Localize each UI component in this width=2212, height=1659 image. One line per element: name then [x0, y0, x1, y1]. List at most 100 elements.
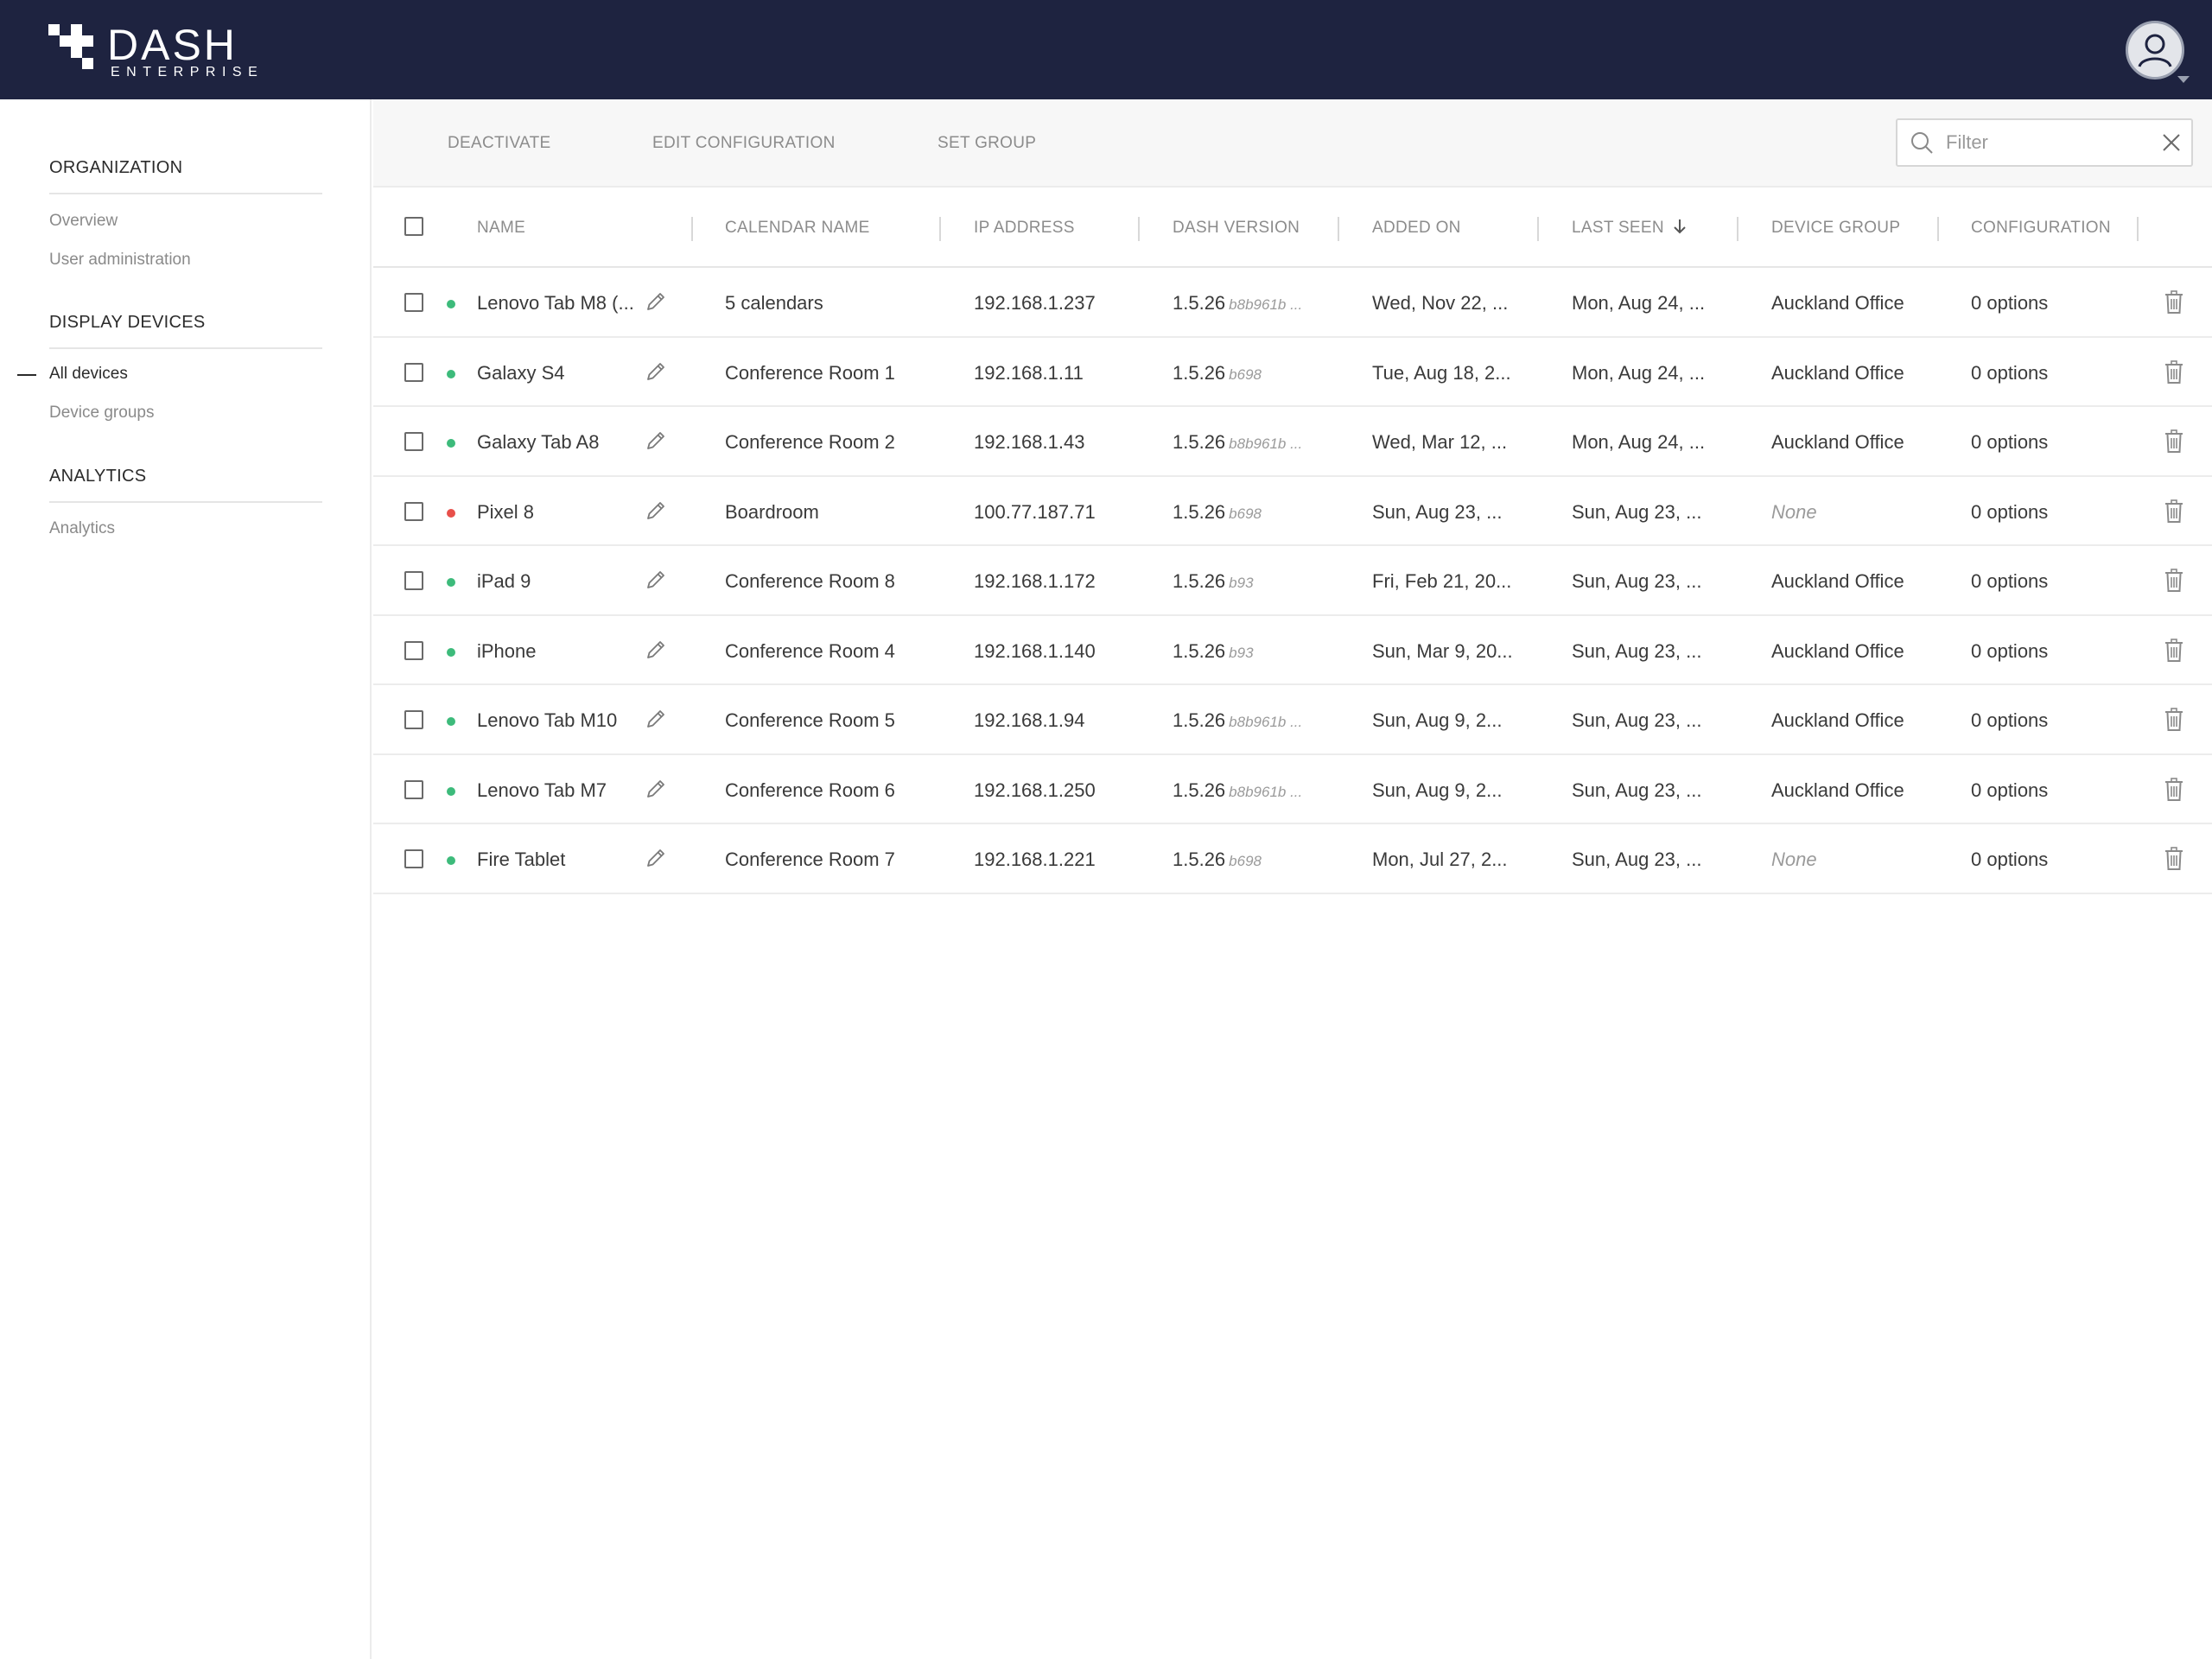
device-group[interactable]: Auckland Office — [1771, 292, 1904, 315]
device-name: Pixel 8 — [477, 500, 535, 523]
ip-address: 192.168.1.11 — [974, 361, 1084, 384]
trash-icon[interactable] — [2164, 499, 2184, 528]
pencil-icon[interactable] — [645, 499, 667, 526]
table-row[interactable]: Lenovo Tab M10 Conference Room 5 192.168… — [373, 685, 2212, 755]
row-checkbox[interactable] — [404, 501, 423, 521]
column-header-name[interactable]: NAME — [477, 219, 525, 238]
filter-input[interactable] — [1946, 127, 2136, 158]
pencil-icon[interactable] — [645, 778, 667, 804]
set-group-button[interactable]: SET GROUP — [938, 134, 1036, 153]
dash-version: 1.5.26 b8b961b ... — [1173, 431, 1302, 454]
pencil-icon[interactable] — [645, 360, 667, 387]
deactivate-button[interactable]: DEACTIVATE — [448, 134, 550, 153]
row-checkbox[interactable] — [404, 640, 423, 660]
pencil-icon[interactable] — [645, 429, 667, 456]
table-row[interactable]: Galaxy Tab A8 Conference Room 2 192.168.… — [373, 407, 2212, 477]
sidebar-item-user-administration[interactable]: User administration — [49, 251, 191, 270]
version-build: b8b961b ... — [1229, 783, 1303, 800]
row-checkbox[interactable] — [404, 779, 423, 799]
column-header-dash-version[interactable]: DASH VERSION — [1173, 219, 1300, 238]
trash-icon[interactable] — [2164, 569, 2184, 597]
column-resize-handle[interactable] — [1338, 217, 1339, 241]
trash-icon[interactable] — [2164, 638, 2184, 667]
trash-icon[interactable] — [2164, 359, 2184, 389]
configuration[interactable]: 0 options — [1971, 362, 2048, 385]
added-on: Sun, Aug 23, ... — [1372, 500, 1503, 523]
trash-icon[interactable] — [2164, 847, 2184, 875]
table-row[interactable]: Lenovo Tab M8 (... 5 calendars 192.168.1… — [373, 268, 2212, 338]
column-resize-handle[interactable] — [1937, 217, 1939, 241]
column-resize-handle[interactable] — [939, 217, 941, 241]
sidebar-item-overview[interactable]: Overview — [49, 212, 118, 231]
device-group[interactable]: Auckland Office — [1771, 431, 1904, 454]
column-resize-handle[interactable] — [1737, 217, 1738, 241]
device-group[interactable]: Auckland Office — [1771, 779, 1904, 802]
device-group[interactable]: Auckland Office — [1771, 709, 1904, 732]
column-resize-handle[interactable] — [1537, 217, 1539, 241]
table-row[interactable]: Pixel 8 Boardroom 100.77.187.71 1.5.26 b6… — [373, 477, 2212, 546]
table-row[interactable]: Lenovo Tab M7 Conference Room 6 192.168.… — [373, 755, 2212, 824]
trash-icon[interactable] — [2164, 290, 2184, 319]
close-icon[interactable] — [2162, 133, 2181, 156]
row-checkbox[interactable] — [404, 293, 423, 312]
dash-logo[interactable]: DASH ENTERPRISE — [48, 23, 257, 79]
row-checkbox[interactable] — [404, 849, 423, 868]
avatar-icon[interactable] — [2126, 21, 2184, 79]
configuration[interactable]: 0 options — [1971, 292, 2048, 315]
table-row[interactable]: iPhone Conference Room 4 192.168.1.140 1… — [373, 616, 2212, 685]
calendar-name: Boardroom — [725, 500, 819, 523]
column-header-ip-address[interactable]: IP ADDRESS — [974, 219, 1075, 238]
sidebar-item-analytics[interactable]: Analytics — [49, 519, 115, 538]
row-checkbox[interactable] — [404, 362, 423, 382]
last-seen: Sun, Aug 23, ... — [1572, 709, 1702, 731]
column-header-last-seen[interactable]: LAST SEEN — [1572, 219, 1687, 239]
edit-configuration-button[interactable]: EDIT CONFIGURATION — [652, 134, 836, 153]
device-group[interactable]: Auckland Office — [1771, 640, 1904, 663]
last-seen: Sun, Aug 23, ... — [1572, 570, 1702, 592]
row-checkbox[interactable] — [404, 432, 423, 451]
device-group[interactable]: None — [1771, 849, 1817, 871]
sidebar-item-all-devices[interactable]: All devices — [49, 365, 128, 384]
configuration[interactable]: 0 options — [1971, 640, 2048, 663]
configuration[interactable]: 0 options — [1971, 570, 2048, 593]
pencil-icon[interactable] — [645, 290, 667, 317]
configuration[interactable]: 0 options — [1971, 501, 2048, 524]
configuration[interactable]: 0 options — [1971, 709, 2048, 732]
trash-icon[interactable] — [2164, 708, 2184, 736]
device-group[interactable]: Auckland Office — [1771, 570, 1904, 593]
column-header-device-group[interactable]: DEVICE GROUP — [1771, 219, 1900, 238]
table-row[interactable]: Fire Tablet Conference Room 7 192.168.1.… — [373, 824, 2212, 894]
column-resize-handle[interactable] — [2137, 217, 2139, 241]
column-header-configuration[interactable]: CONFIGURATION — [1971, 219, 2111, 238]
configuration[interactable]: 0 options — [1971, 849, 2048, 871]
pencil-icon[interactable] — [645, 847, 667, 874]
device-group[interactable]: None — [1771, 501, 1817, 524]
table-row[interactable]: iPad 9 Conference Room 8 192.168.1.172 1… — [373, 546, 2212, 616]
pencil-icon[interactable] — [645, 708, 667, 734]
version-build: b8b961b ... — [1229, 296, 1303, 313]
column-header-calendar-name[interactable]: CALENDAR NAME — [725, 219, 870, 238]
pencil-icon[interactable] — [645, 639, 667, 665]
sidebar-heading-display-devices: DISPLAY DEVICES — [49, 313, 206, 332]
configuration[interactable]: 0 options — [1971, 431, 2048, 454]
dash-version: 1.5.26 b698 — [1173, 849, 1262, 871]
device-group[interactable]: Auckland Office — [1771, 362, 1904, 385]
sidebar-item-device-groups[interactable]: Device groups — [49, 404, 154, 423]
device-name: Galaxy Tab A8 — [477, 431, 600, 453]
last-seen: Mon, Aug 24, ... — [1572, 361, 1706, 384]
pencil-icon[interactable] — [645, 569, 667, 595]
avatar-menu-caret-icon[interactable] — [2177, 76, 2190, 83]
row-checkbox[interactable] — [404, 710, 423, 729]
configuration[interactable]: 0 options — [1971, 779, 2048, 802]
table-row[interactable]: Galaxy S4 Conference Room 1 192.168.1.11… — [373, 338, 2212, 407]
select-all-checkbox[interactable] — [404, 217, 423, 236]
trash-icon[interactable] — [2164, 429, 2184, 458]
devices-table: NAME CALENDAR NAME IP ADDRESS DASH VERSI… — [373, 188, 2212, 894]
status-indicator — [447, 786, 455, 796]
trash-icon[interactable] — [2164, 777, 2184, 806]
row-checkbox[interactable] — [404, 571, 423, 590]
column-resize-handle[interactable] — [691, 217, 693, 241]
column-resize-handle[interactable] — [1138, 217, 1140, 241]
column-header-added-on[interactable]: ADDED ON — [1372, 219, 1461, 238]
version-build: b8b961b ... — [1229, 435, 1303, 452]
